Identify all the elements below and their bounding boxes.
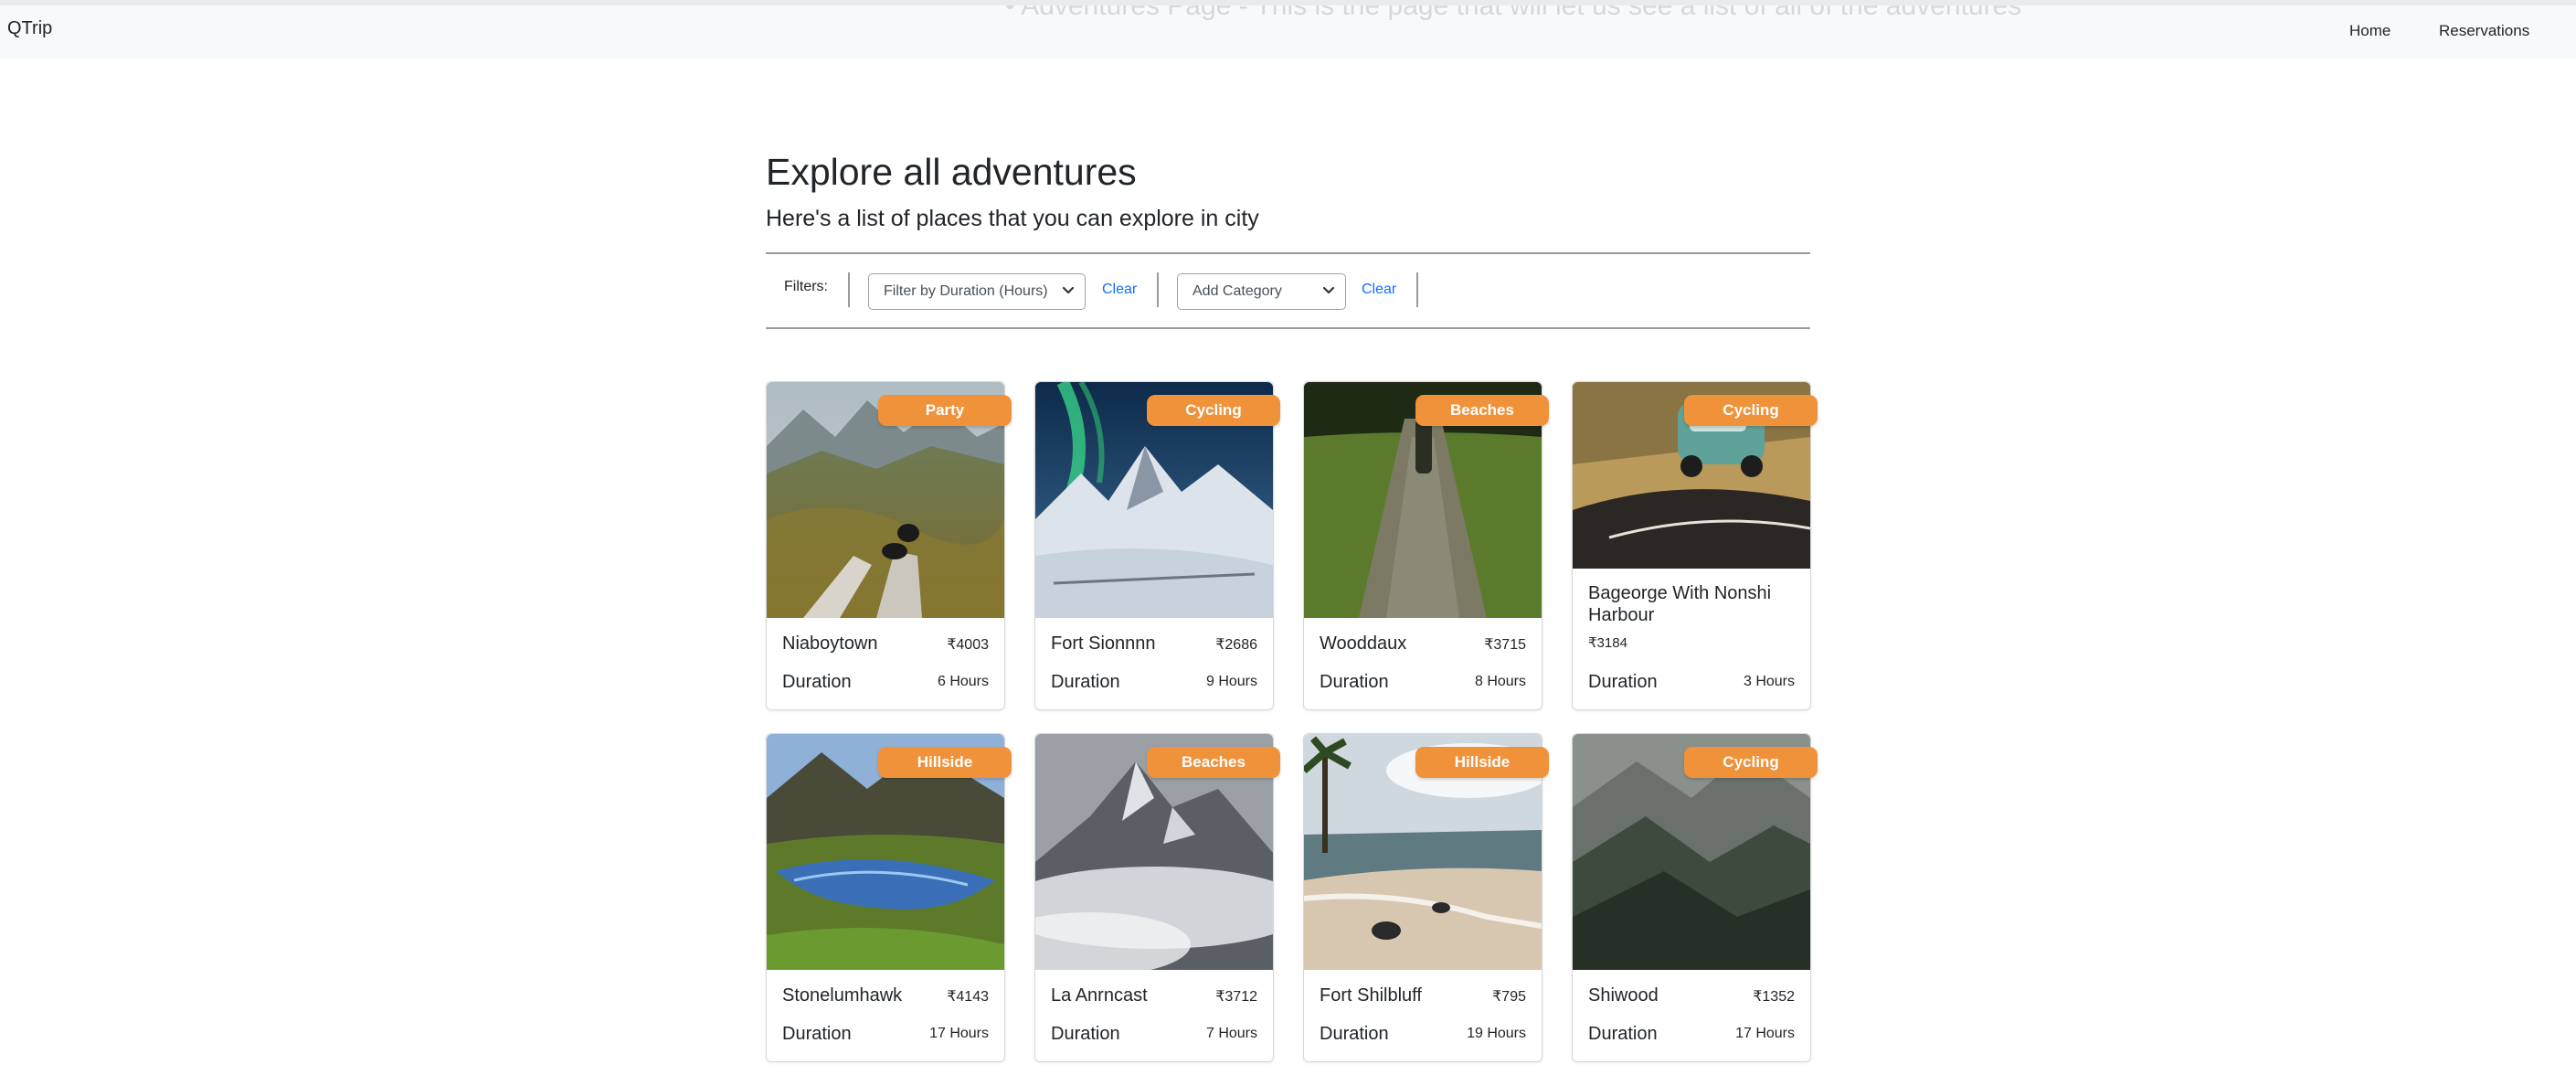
adventure-card[interactable]: Beaches La Anrncast ₹3712 Duration 7 Hou… (1034, 733, 1280, 1062)
adventure-card[interactable]: Beaches Wooddaux ₹3715 Duration 8 Hours (1303, 381, 1549, 710)
adventure-price: ₹3715 (1484, 637, 1526, 653)
nav-reservations-link[interactable]: Reservations (2439, 22, 2529, 40)
adventure-name: Niaboytown (782, 633, 878, 654)
adventure-card[interactable]: Hillside Stonelumhawk ₹4143 Duration 17 … (766, 733, 1012, 1062)
nav-home-link[interactable]: Home (2349, 22, 2390, 40)
duration-label: Duration (1588, 1024, 1658, 1044)
duration-label: Duration (1051, 1024, 1120, 1044)
chevron-down-icon (1062, 286, 1075, 294)
divider (766, 252, 1810, 254)
duration-value: 19 Hours (1467, 1026, 1526, 1041)
category-filter-value: Add Category (1193, 283, 1282, 299)
duration-label: Duration (782, 1024, 852, 1044)
category-banner: Beaches (1415, 395, 1549, 426)
duration-label: Duration (1320, 1024, 1389, 1044)
clear-duration-link[interactable]: Clear (1102, 282, 1137, 298)
chevron-down-icon (1322, 286, 1335, 294)
category-banner: Cycling (1147, 395, 1280, 426)
duration-value: 6 Hours (937, 674, 989, 689)
category-banner: Party (878, 395, 1012, 426)
page-subtitle: Here's a list of places that you can exp… (766, 206, 1259, 231)
duration-filter-select[interactable]: Filter by Duration (Hours) (868, 273, 1086, 310)
duration-label: Duration (1320, 672, 1389, 692)
adventure-name: Stonelumhawk (782, 985, 903, 1006)
adventure-price: ₹4143 (947, 989, 989, 1005)
duration-value: 7 Hours (1205, 1026, 1257, 1041)
adventure-name: Fort Shilbluff (1320, 985, 1422, 1006)
duration-label: Duration (782, 672, 852, 692)
duration-value: 8 Hours (1474, 674, 1526, 689)
category-banner: Hillside (1415, 747, 1549, 778)
background-overlay-text: • Adventures Page - This is the page tha… (1005, 0, 2022, 21)
brand-logo[interactable]: QTrip (7, 18, 52, 39)
adventure-card[interactable]: Cycling Fort Sionnnn ₹2686 Duration 9 Ho… (1034, 381, 1280, 710)
adventure-name: Fort Sionnnn (1051, 633, 1156, 654)
category-banner: Cycling (1684, 395, 1818, 426)
adventure-card[interactable]: Cycling Bageorge With Nonshi Harbour ₹31… (1572, 381, 1818, 710)
category-banner: Cycling (1684, 747, 1818, 778)
adventure-name: Wooddaux (1320, 633, 1407, 654)
filter-separator (1416, 272, 1418, 307)
duration-label: Duration (1588, 672, 1658, 692)
duration-value: 3 Hours (1743, 674, 1795, 689)
duration-value: 9 Hours (1205, 674, 1257, 689)
filter-separator (848, 272, 850, 307)
duration-value: 17 Hours (929, 1026, 989, 1041)
duration-value: 17 Hours (1735, 1026, 1795, 1041)
duration-filter-value: Filter by Duration (Hours) (884, 283, 1048, 299)
adventure-card[interactable]: Cycling Shiwood ₹1352 Duration 17 Hours (1572, 733, 1818, 1062)
adventure-name: Shiwood (1588, 985, 1659, 1006)
page-title: Explore all adventures (766, 151, 1137, 193)
adventure-price: ₹3184 (1588, 635, 1627, 651)
adventure-price: ₹3712 (1215, 989, 1257, 1005)
category-banner: Beaches (1147, 747, 1280, 778)
category-banner: Hillside (878, 747, 1012, 778)
adventure-card[interactable]: Hillside Fort Shilbluff ₹795 Duration 19… (1303, 733, 1549, 1062)
navbar: • Adventures Page - This is the page tha… (0, 0, 2576, 59)
adventure-name: Bageorge With Nonshi Harbour (1588, 583, 1772, 625)
category-filter-select[interactable]: Add Category (1177, 273, 1346, 310)
duration-label: Duration (1051, 672, 1120, 692)
clear-category-link[interactable]: Clear (1362, 282, 1396, 298)
filters-label: Filters: (784, 279, 828, 294)
adventure-price: ₹1352 (1753, 989, 1795, 1005)
adventure-card[interactable]: Party Niaboytown ₹4003 Duration 6 Hours (766, 381, 1012, 710)
adventure-price: ₹4003 (947, 637, 989, 653)
filter-separator (1157, 272, 1159, 307)
adventure-price: ₹795 (1492, 989, 1526, 1005)
divider (766, 327, 1810, 329)
adventure-price: ₹2686 (1215, 637, 1257, 653)
adventure-name: La Anrncast (1051, 985, 1148, 1006)
